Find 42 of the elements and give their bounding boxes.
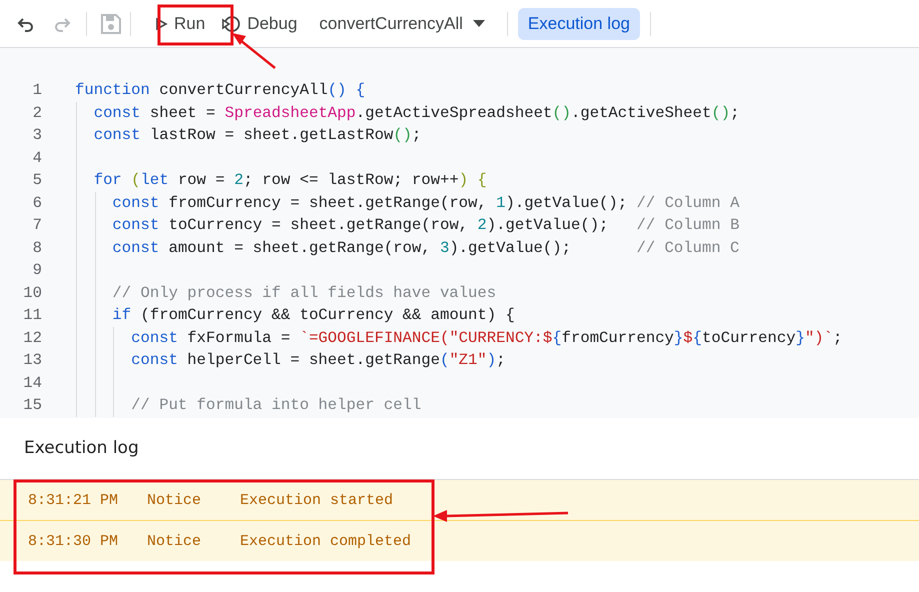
line-number: 14: [22, 372, 42, 394]
debug-button[interactable]: Debug: [213, 6, 306, 42]
line-number: 13: [22, 350, 42, 371]
line-number: 3: [32, 125, 42, 146]
line-number: 8: [32, 238, 42, 258]
log-message: Execution started: [240, 492, 394, 508]
code-line: const toCurrency = sheet.getRange(row, 2).getValue(); // Column B: [111, 216, 740, 234]
log-level: Notice: [147, 532, 202, 550]
log-time: 8:31:30 PM: [28, 532, 120, 550]
line-number: 1: [32, 80, 42, 101]
arrow: [232, 33, 276, 69]
line-number: 15: [22, 395, 42, 416]
line-number: 10: [22, 282, 42, 304]
line-number: 11: [22, 305, 42, 326]
line-number: 2: [32, 102, 42, 124]
debug-icon: [221, 14, 242, 34]
line-number: 12: [22, 328, 42, 348]
code-line: // Only process if all fields have values: [111, 284, 496, 302]
log-level: Notice: [147, 492, 202, 508]
code-line: const amount = sheet.getRange(row, 3).getValue(); // Column C: [111, 238, 740, 256]
code-line: const fxFormula = `=GOOGLEFINANCE("CURRENCY:${fromCurrency}${toCurrency}")`;: [130, 328, 842, 346]
panel-title: Execution log: [23, 437, 140, 460]
execution-log-toggle[interactable]: Execution log: [518, 8, 640, 40]
run-button[interactable]: Run: [146, 6, 214, 42]
line-number: 6: [32, 192, 42, 214]
code-line: const lastRow = sheet.getLastRow();: [92, 126, 422, 144]
play-icon: [154, 16, 168, 30]
code-line: const sheet = SpreadsheetApp.getActiveSpreadsheet().getActiveSheet();: [92, 104, 740, 122]
line-number: 9: [32, 260, 42, 281]
line-number: 4: [32, 148, 42, 168]
caret-icon: [472, 20, 485, 27]
function-dropdown[interactable]: convertCurrencyAll: [311, 8, 493, 40]
code-line: // Put formula into helper cell: [130, 396, 422, 414]
code-line: function convertCurrencyAll() {: [75, 81, 366, 99]
code-line: const fromCurrency = sheet.getRange(row, 1).getValue(); // Column A: [111, 194, 740, 212]
log-message: Execution completed: [240, 532, 412, 550]
code-line: const helperCell = sheet.getRange("Z1");: [130, 351, 506, 369]
line-number: 5: [32, 170, 42, 191]
code-line: if (fromCurrency && toCurrency && amount) {: [111, 306, 515, 324]
code-line: for (let row = 2; row <= lastRow; row++) {: [92, 171, 487, 189]
line-number: 7: [32, 215, 42, 236]
log-time: 8:31:21 PM: [28, 492, 120, 508]
